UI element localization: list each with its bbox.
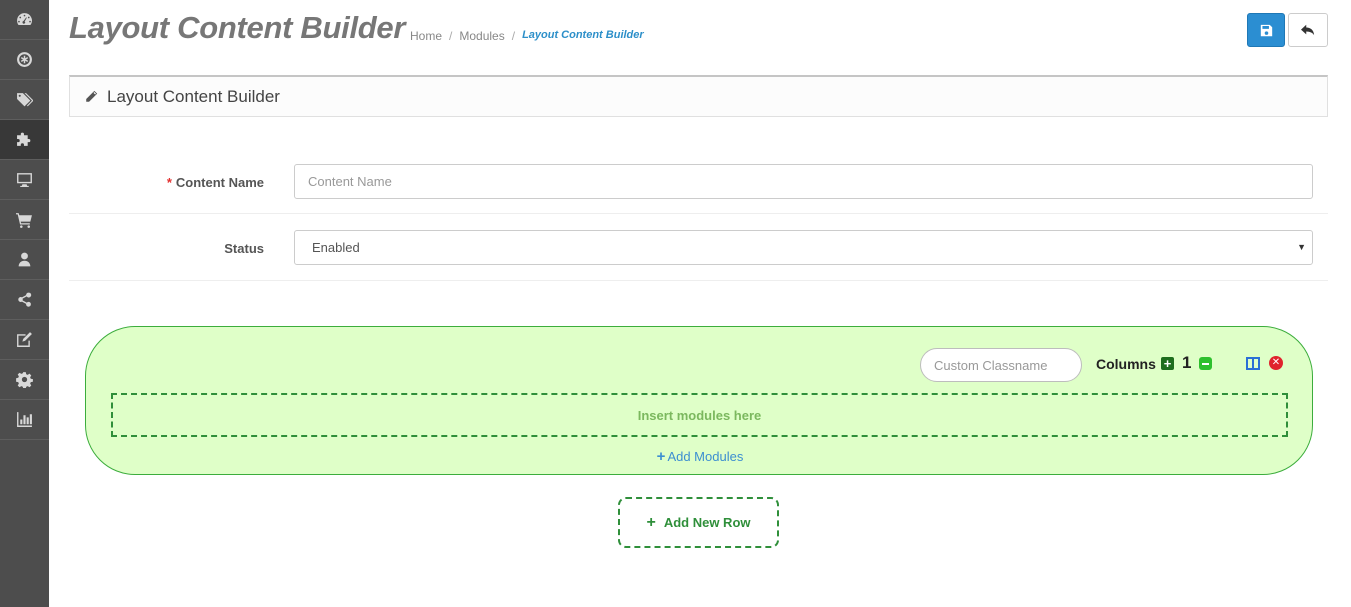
back-button[interactable] xyxy=(1288,13,1328,47)
content-name-row: * Content Name xyxy=(69,146,1328,214)
module-dropzone[interactable]: Insert modules here xyxy=(111,393,1288,437)
sidebar-item-catalog[interactable] xyxy=(0,40,49,80)
sales-icon xyxy=(16,213,32,228)
status-label: Status xyxy=(224,241,264,256)
status-selected-value: Enabled xyxy=(312,240,360,255)
remove-column-icon[interactable] xyxy=(1199,357,1212,370)
add-new-row-button[interactable]: + Add New Row xyxy=(618,497,779,548)
save-button[interactable] xyxy=(1247,13,1285,47)
columns-layout-icon[interactable] xyxy=(1246,357,1260,370)
sidebar-item-extensions[interactable] xyxy=(0,120,49,160)
breadcrumb-modules[interactable]: Modules xyxy=(459,29,504,43)
add-column-icon[interactable]: + xyxy=(1161,357,1174,370)
sidebar-item-dashboard[interactable] xyxy=(0,0,49,40)
sidebar xyxy=(0,0,49,607)
breadcrumb-separator: / xyxy=(449,29,453,43)
save-icon xyxy=(1260,24,1272,36)
column-count: 1 xyxy=(1182,353,1192,372)
sidebar-item-marketing[interactable] xyxy=(0,280,49,320)
content-name-input[interactable] xyxy=(294,164,1313,199)
status-select[interactable]: Enabled ▼ xyxy=(294,230,1313,265)
breadcrumb-separator: / xyxy=(511,29,516,43)
sidebar-item-reports[interactable] xyxy=(0,400,49,440)
settings-icon xyxy=(16,372,33,388)
sidebar-item-sales[interactable] xyxy=(0,200,49,240)
extensions-icon xyxy=(17,132,31,146)
dashboard-icon xyxy=(17,13,32,26)
breadcrumb-home[interactable]: Home xyxy=(410,29,442,43)
custom-classname-input[interactable] xyxy=(920,348,1082,382)
pencil-icon xyxy=(86,90,98,102)
breadcrumb-current[interactable]: Layout Content Builder xyxy=(522,29,644,43)
status-row: Status Enabled ▼ xyxy=(69,214,1328,281)
remove-row-icon[interactable]: ✕ xyxy=(1269,356,1283,370)
page-title: Layout Content Builder xyxy=(69,10,406,45)
reports-icon xyxy=(17,412,32,427)
plus-icon: + xyxy=(656,448,666,465)
sidebar-item-design[interactable] xyxy=(0,160,49,200)
content-name-label: * Content Name xyxy=(166,175,264,190)
customers-icon xyxy=(18,252,31,267)
panel-heading: Layout Content Builder xyxy=(69,75,1328,117)
tags-icon xyxy=(17,93,33,107)
add-modules-link[interactable]: + Add Modules xyxy=(86,448,1314,465)
sidebar-item-settings[interactable] xyxy=(0,360,49,400)
catalog-icon xyxy=(17,52,32,67)
sidebar-item-tags[interactable] xyxy=(0,80,49,120)
panel-title: Layout Content Builder xyxy=(107,86,280,106)
sidebar-item-content[interactable] xyxy=(0,320,49,360)
breadcrumb: Home / Modules / Layout Content Builder xyxy=(410,29,644,43)
sidebar-item-customers[interactable] xyxy=(0,240,49,280)
plus-icon: + xyxy=(646,513,656,531)
columns-label: Columns xyxy=(1096,356,1156,372)
reply-icon xyxy=(1301,24,1315,36)
edit-icon xyxy=(17,332,32,347)
marketing-icon xyxy=(18,292,32,307)
required-mark: * xyxy=(166,175,172,190)
chevron-down-icon: ▼ xyxy=(1297,242,1306,252)
layout-row: Columns + 1 ✕ Insert modules here +Add M… xyxy=(85,326,1313,475)
design-icon xyxy=(17,173,32,187)
